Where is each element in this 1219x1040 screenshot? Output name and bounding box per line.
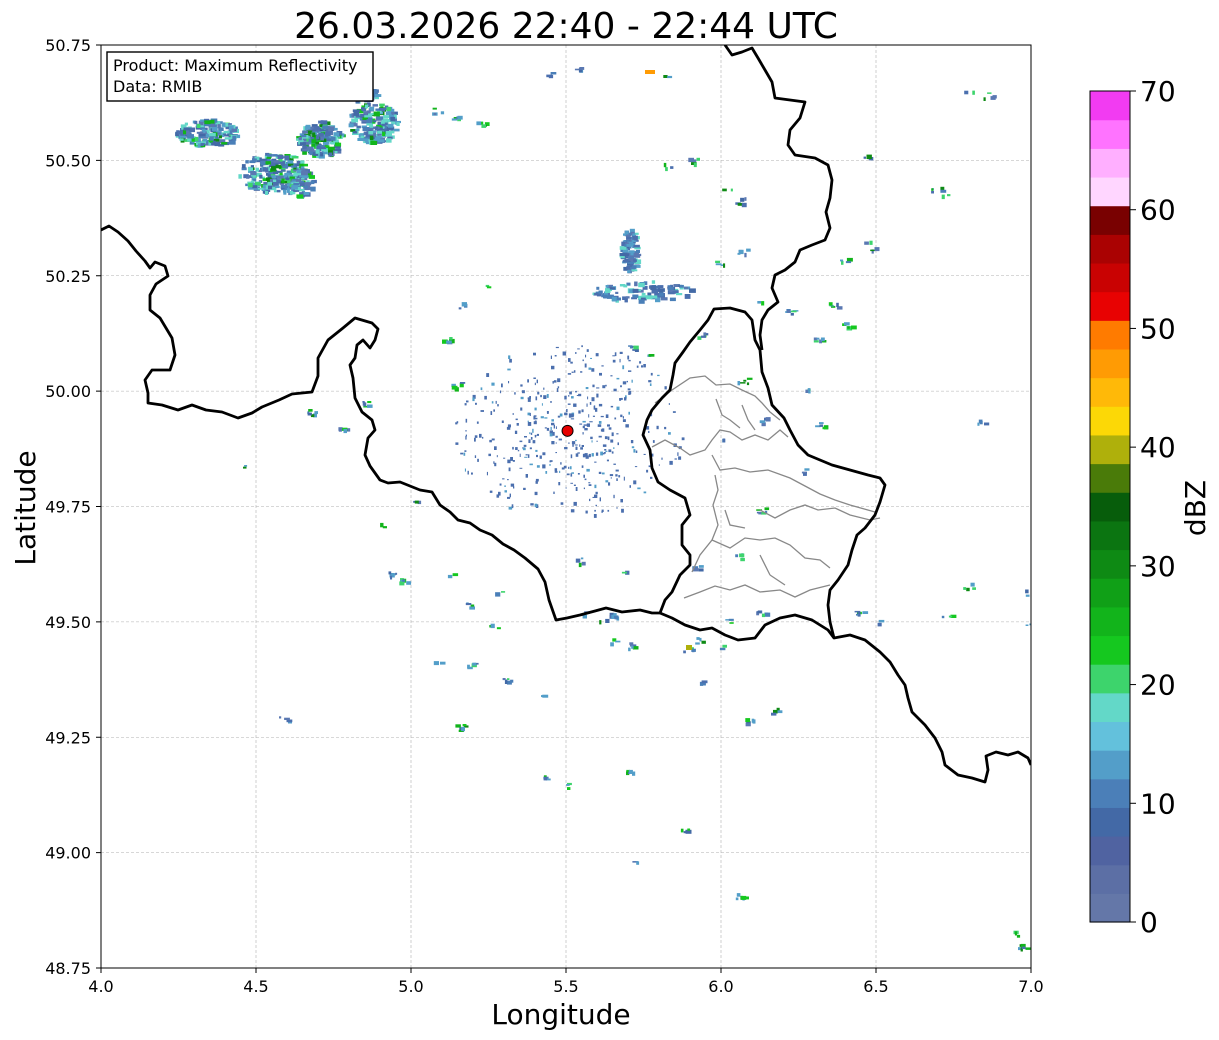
colorbar-segment bbox=[1090, 205, 1130, 235]
colorbar-tick-label: 40 bbox=[1140, 431, 1176, 464]
colorbar-segment bbox=[1090, 320, 1130, 350]
colorbar-tick-label: 0 bbox=[1140, 906, 1158, 939]
strong-echo bbox=[686, 645, 692, 650]
colorbar-segment bbox=[1090, 549, 1130, 579]
data-source-text: Data: RMIB bbox=[113, 77, 202, 96]
colorbar-segment bbox=[1090, 434, 1130, 465]
colorbar-tick-label: 30 bbox=[1140, 550, 1176, 583]
colorbar-ticks: 0 10 20 30 40 50 60 70 bbox=[1130, 75, 1176, 939]
y-tick-label: 50.50 bbox=[45, 151, 91, 170]
product-text: Product: Maximum Reflectivity bbox=[113, 56, 357, 75]
colorbar-segment bbox=[1090, 234, 1130, 264]
colorbar-label: dBZ bbox=[1179, 480, 1212, 536]
colorbar-tick-label: 10 bbox=[1140, 787, 1176, 820]
colorbar-segment bbox=[1090, 406, 1130, 436]
x-tick-label: 4.5 bbox=[243, 977, 268, 996]
colorbar-segment bbox=[1090, 664, 1130, 694]
y-tick-label: 49.50 bbox=[45, 613, 91, 632]
colorbar bbox=[1089, 90, 1131, 923]
x-tick-label: 5.5 bbox=[553, 977, 578, 996]
colorbar-segment bbox=[1090, 262, 1130, 293]
colorbar-segment bbox=[1090, 348, 1130, 379]
colorbar-segment bbox=[1090, 606, 1130, 637]
colorbar-segment bbox=[1090, 893, 1130, 923]
x-tick-label: 7.0 bbox=[1018, 977, 1043, 996]
x-tick-label: 5.0 bbox=[398, 977, 423, 996]
colorbar-segment bbox=[1090, 291, 1130, 321]
y-tick-label: 50.25 bbox=[45, 267, 91, 286]
y-tick-label: 49.25 bbox=[45, 728, 91, 747]
colorbar-segment bbox=[1090, 119, 1130, 149]
colorbar-segment bbox=[1090, 721, 1130, 751]
x-axis-ticks: 4.0 4.5 5.0 5.5 6.0 6.5 7.0 bbox=[88, 968, 1044, 996]
colorbar-segment bbox=[1090, 463, 1130, 493]
colorbar-segment bbox=[1090, 750, 1130, 780]
colorbar-segment bbox=[1090, 520, 1130, 551]
colorbar-segment bbox=[1090, 578, 1130, 608]
radar-site-marker bbox=[561, 424, 574, 437]
radar-figure: 26.03.2026 22:40 - 22:44 UTC Product: Ma… bbox=[9, 6, 1212, 1031]
colorbar-segment bbox=[1090, 148, 1130, 178]
map-title: 26.03.2026 22:40 - 22:44 UTC bbox=[294, 6, 838, 47]
x-tick-label: 6.0 bbox=[708, 977, 733, 996]
colorbar-segment bbox=[1090, 492, 1130, 522]
colorbar-segment bbox=[1090, 778, 1130, 808]
colorbar-tick-label: 50 bbox=[1140, 312, 1176, 345]
x-tick-label: 4.0 bbox=[88, 977, 113, 996]
y-tick-label: 48.75 bbox=[45, 959, 91, 978]
colorbar-tick-label: 20 bbox=[1140, 669, 1176, 702]
colorbar-segment bbox=[1090, 864, 1130, 894]
colorbar-segment bbox=[1090, 836, 1130, 866]
colorbar-segment bbox=[1090, 692, 1130, 723]
colorbar-tick-label: 60 bbox=[1140, 194, 1176, 227]
colorbar-tick-label: 70 bbox=[1140, 75, 1176, 108]
colorbar-segment bbox=[1090, 807, 1130, 837]
colorbar-segment bbox=[1090, 176, 1130, 207]
y-tick-label: 50.00 bbox=[45, 382, 91, 401]
colorbar-segment bbox=[1090, 635, 1130, 665]
x-axis-label: Longitude bbox=[491, 998, 630, 1031]
info-box: Product: Maximum Reflectivity Data: RMIB bbox=[106, 51, 374, 102]
strong-echo bbox=[645, 70, 655, 74]
colorbar-segment bbox=[1090, 91, 1130, 121]
y-tick-label: 49.75 bbox=[45, 498, 91, 517]
colorbar-segment bbox=[1090, 377, 1130, 407]
y-axis-ticks: 48.75 49.00 49.25 49.50 49.75 50.00 50.25 50.50… bbox=[45, 36, 101, 978]
y-tick-label: 49.00 bbox=[45, 844, 91, 863]
y-axis-label: Latitude bbox=[9, 450, 42, 565]
x-tick-label: 6.5 bbox=[863, 977, 888, 996]
y-tick-label: 50.75 bbox=[45, 36, 91, 55]
